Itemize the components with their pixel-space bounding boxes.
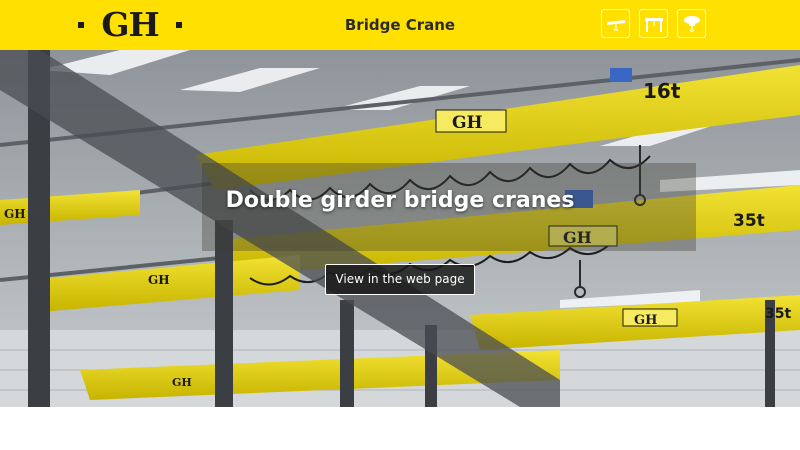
product-icon-nav bbox=[601, 9, 706, 38]
logo-text: GH bbox=[101, 5, 159, 44]
logo-dot-left bbox=[78, 22, 84, 28]
logo-dot-right bbox=[176, 22, 182, 28]
capacity-label: 16t bbox=[643, 79, 681, 103]
top-bar: GH Bridge Crane bbox=[0, 0, 800, 50]
single-girder-crane-icon[interactable] bbox=[601, 9, 630, 38]
page-title: Bridge Crane bbox=[344, 16, 456, 34]
girder-brand-label: GH bbox=[452, 113, 483, 133]
capacity-label: 35t bbox=[733, 211, 765, 231]
hero-banner: 16t 35t 35t GH GH GH GH GH GH Double gir… bbox=[0, 50, 800, 407]
girder-brand-label: GH bbox=[172, 376, 192, 389]
hoist-icon[interactable] bbox=[677, 9, 706, 38]
gantry-crane-icon[interactable] bbox=[639, 9, 668, 38]
girder-brand-label: GH bbox=[634, 313, 657, 328]
view-web-page-button[interactable]: View in the web page bbox=[325, 264, 475, 295]
girder-brand-label: GH bbox=[4, 207, 26, 221]
gh-logo[interactable]: GH bbox=[78, 6, 182, 44]
hero-headline: Double girder bridge cranes bbox=[225, 188, 575, 213]
capacity-label: 35t bbox=[765, 306, 791, 322]
girder-brand-label: GH bbox=[148, 273, 170, 287]
